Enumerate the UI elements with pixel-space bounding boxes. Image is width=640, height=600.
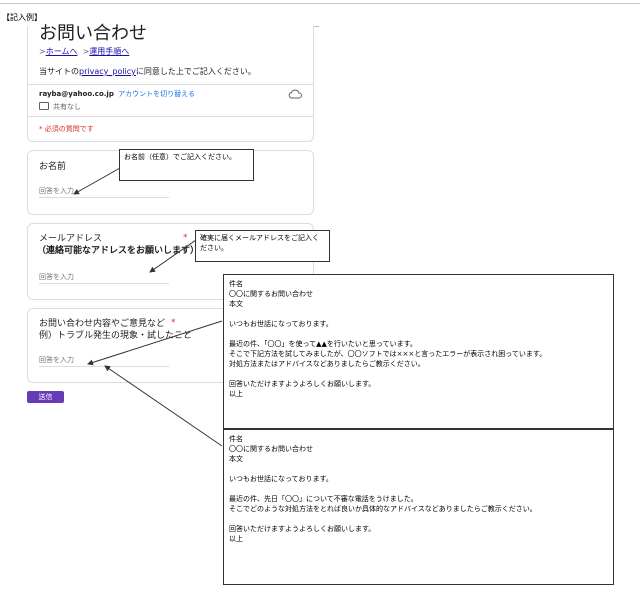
email-callout-arrow xyxy=(149,239,197,273)
example2-arrow xyxy=(104,365,223,447)
callout-arrows xyxy=(73,167,223,447)
name-callout-arrow xyxy=(73,167,121,195)
example1-arrow xyxy=(87,320,223,366)
